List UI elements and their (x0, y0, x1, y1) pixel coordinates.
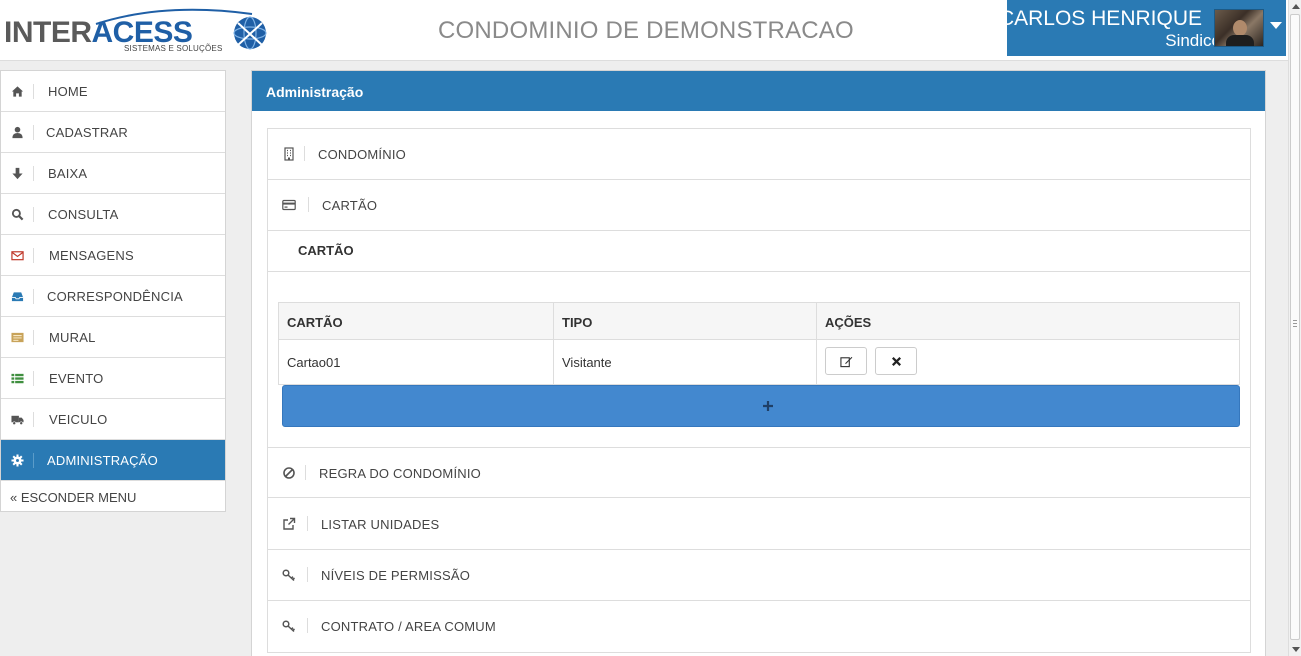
column-header-tipo: TIPO (562, 315, 593, 330)
add-card-button[interactable] (282, 385, 1240, 427)
external-link-icon (283, 517, 296, 530)
list-icon (11, 373, 24, 384)
section-label: LISTAR UNIDADES (321, 517, 440, 532)
globe-icon (233, 16, 267, 50)
delete-button[interactable] (875, 347, 917, 375)
section-listar-unidades[interactable]: LISTAR UNIDADES (268, 499, 1250, 550)
sidebar-item-veiculo[interactable]: VEICULO (1, 399, 225, 440)
user-icon (12, 126, 23, 139)
column-header-cartao: CARTÃO (287, 315, 343, 330)
cell-tipo: Visitante (562, 355, 612, 370)
divider (268, 271, 1250, 272)
scroll-up-arrow-icon[interactable] (1292, 4, 1300, 9)
sidebar-item-evento[interactable]: EVENTO (1, 358, 225, 399)
column-header-acoes: AÇÕES (825, 315, 872, 330)
table-header-row: CARTÃO TIPO AÇÕES (279, 303, 1239, 340)
sidebar-item-mural[interactable]: MURAL (1, 317, 225, 358)
section-cartao[interactable]: CARTÃO (268, 180, 1250, 231)
interacess-logo[interactable]: INTERACESS SISTEMAS E SOLUÇÕES (4, 6, 272, 58)
board-icon (11, 332, 24, 343)
sidebar-item-label: ADMINISTRAÇÃO (47, 453, 158, 468)
chevron-down-icon[interactable] (1270, 22, 1282, 29)
arrow-down-icon (12, 167, 23, 180)
close-icon (891, 356, 902, 367)
search-icon (11, 208, 24, 221)
section-niveis-permissao[interactable]: NÍVEIS DE PERMISSÃO (268, 550, 1250, 601)
cell-cartao: Cartao01 (287, 355, 341, 370)
user-role: Sindico (1165, 31, 1221, 50)
hide-menu-link[interactable]: « ESCONDER MENU (10, 490, 136, 505)
card-table: CARTÃO TIPO AÇÕES Cartao01 Visitante (278, 302, 1240, 385)
sidebar-item-label: CONSULTA (48, 207, 119, 222)
sidebar-item-home[interactable]: HOME (1, 71, 225, 112)
inbox-icon (11, 292, 24, 302)
envelope-icon (11, 251, 24, 261)
condominium-title: CONDOMINIO DE DEMONSTRACAO (438, 17, 854, 44)
edit-icon (840, 356, 853, 368)
key-icon (282, 620, 295, 633)
ban-icon (283, 467, 295, 479)
admin-panel: Administração CONDOMÍNIO CARTÃO CARTÃO C… (251, 70, 1266, 656)
sidebar-item-consulta[interactable]: CONSULTA (1, 194, 225, 235)
credit-card-icon (282, 199, 296, 211)
section-label: REGRA DO CONDOMÍNIO (319, 466, 481, 481)
sidebar-item-correspondencia[interactable]: CORRESPONDÊNCIA (1, 276, 225, 317)
sidebar-item-label: MURAL (49, 330, 96, 345)
plus-icon (763, 401, 773, 411)
sidebar-item-label: MENSAGENS (49, 248, 134, 263)
sidebar-item-label: VEICULO (49, 412, 108, 427)
card-subtitle: CARTÃO (298, 243, 354, 258)
section-label: CONDOMÍNIO (318, 147, 406, 162)
sidebar-item-label: CADASTRAR (46, 125, 128, 140)
edit-button[interactable] (825, 347, 867, 375)
sidebar-item-label: CORRESPONDÊNCIA (47, 289, 183, 304)
sidebar: HOME CADASTRAR BAIXA CONSULTA MENSAGENS … (0, 70, 226, 512)
logo-tagline: SISTEMAS E SOLUÇÕES (124, 44, 223, 53)
section-contrato-area-comum[interactable]: CONTRATO / AREA COMUM (268, 601, 1250, 652)
sidebar-item-cadastrar[interactable]: CADASTRAR (1, 112, 225, 153)
page-scrollbar[interactable] (1288, 0, 1301, 656)
admin-accordion: CONDOMÍNIO CARTÃO CARTÃO CARTÃO TIPO AÇÕ… (267, 128, 1251, 653)
section-condominio[interactable]: CONDOMÍNIO (268, 129, 1250, 180)
scroll-down-arrow-icon[interactable] (1292, 647, 1300, 652)
truck-icon (11, 415, 24, 425)
section-regra[interactable]: REGRA DO CONDOMÍNIO (268, 447, 1250, 498)
key-icon (282, 569, 295, 582)
sidebar-item-mensagens[interactable]: MENSAGENS (1, 235, 225, 276)
sidebar-item-label: EVENTO (49, 371, 104, 386)
section-label: CARTÃO (322, 198, 378, 213)
gear-icon (11, 454, 24, 467)
user-name: CARLOS HENRIQUE (998, 7, 1202, 30)
section-label: NÍVEIS DE PERMISSÃO (321, 568, 471, 583)
avatar[interactable] (1214, 9, 1264, 47)
sidebar-item-label: BAIXA (48, 166, 88, 181)
sidebar-item-label: HOME (48, 84, 88, 99)
table-row: Cartao01 Visitante (279, 340, 1239, 384)
building-icon (284, 147, 294, 161)
sidebar-item-baixa[interactable]: BAIXA (1, 153, 225, 194)
panel-header: Administração (252, 71, 1265, 111)
user-menu[interactable]: CARLOS HENRIQUE Sindico (999, 0, 1286, 56)
scroll-thumb[interactable] (1290, 14, 1300, 640)
home-icon (11, 86, 24, 97)
section-label: CONTRATO / AREA COMUM (321, 619, 496, 634)
page-title: Administração (266, 84, 364, 100)
sidebar-item-administracao[interactable]: ADMINISTRAÇÃO (1, 440, 225, 481)
